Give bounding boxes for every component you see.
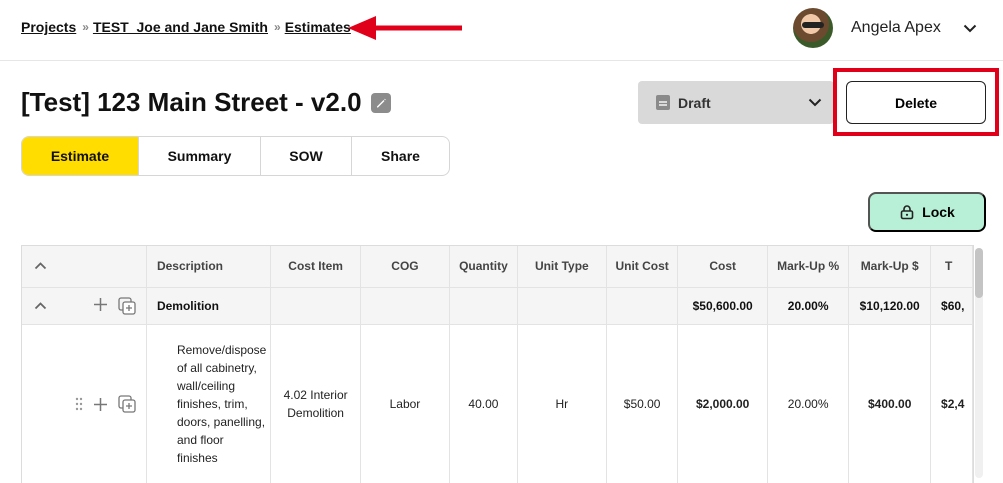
group-description[interactable]: Demolition xyxy=(146,287,272,325)
group-cost-item xyxy=(270,287,361,325)
item-cost-item[interactable]: 4.02 Interior Demolition xyxy=(270,324,361,483)
group-cost: $50,600.00 xyxy=(677,287,768,325)
group-quantity xyxy=(449,287,518,325)
group-total: $60, xyxy=(930,287,973,325)
annotation-arrow-icon xyxy=(348,16,462,40)
breadcrumb: Projects » TEST_Joe and Jane Smith » Est… xyxy=(21,19,351,35)
tab-estimate[interactable]: Estimate xyxy=(22,137,139,175)
group-markup-amount: $10,120.00 xyxy=(848,287,932,325)
item-total: $2,4 xyxy=(930,324,973,483)
delete-button[interactable]: Delete xyxy=(846,81,986,124)
tab-share[interactable]: Share xyxy=(352,137,449,175)
item-markup-percent[interactable]: 20.00% xyxy=(767,324,850,483)
breadcrumb-client[interactable]: TEST_Joe and Jane Smith xyxy=(93,19,268,35)
column-header-markup-amount[interactable]: Mark-Up $ xyxy=(848,246,932,288)
item-unit-type[interactable]: Hr xyxy=(517,324,607,483)
breadcrumb-estimates[interactable]: Estimates xyxy=(285,19,351,35)
scrollbar-thumb[interactable] xyxy=(975,248,983,298)
plus-icon[interactable] xyxy=(93,297,108,312)
column-header-unit-type[interactable]: Unit Type xyxy=(517,246,607,288)
user-name: Angela Apex xyxy=(851,19,941,36)
estimate-grid: Description Cost Item COG Quantity Unit … xyxy=(22,246,973,483)
lock-button-label: Lock xyxy=(922,204,955,220)
page-title-text: [Test] 123 Main Street - v2.0 xyxy=(21,87,362,117)
table-group-row[interactable]: Demolition $50,600.00 20.00% $10,120.00 … xyxy=(22,287,973,325)
table-scrollbar[interactable] xyxy=(975,248,983,478)
column-header-description[interactable]: Description xyxy=(146,246,272,288)
table-header-row: Description Cost Item COG Quantity Unit … xyxy=(22,246,973,288)
estimate-tabs: Estimate Summary SOW Share xyxy=(21,136,450,176)
item-unit-cost[interactable]: $50.00 xyxy=(606,324,679,483)
plus-icon[interactable] xyxy=(93,397,108,412)
lock-button[interactable]: Lock xyxy=(868,192,986,232)
status-select[interactable]: Draft xyxy=(638,81,834,124)
top-header: Projects » TEST_Joe and Jane Smith » Est… xyxy=(0,0,1003,61)
chevron-up-icon[interactable] xyxy=(34,262,47,270)
status-select-value: Draft xyxy=(678,94,711,111)
column-header-quantity[interactable]: Quantity xyxy=(449,246,518,288)
chevron-down-icon xyxy=(808,98,822,107)
item-cost: $2,000.00 xyxy=(677,324,768,483)
drag-handle-icon[interactable] xyxy=(75,397,83,411)
group-unit-type xyxy=(517,287,607,325)
item-cog[interactable]: Labor xyxy=(360,324,451,483)
item-quantity[interactable]: 40.00 xyxy=(449,324,518,483)
breadcrumb-separator: » xyxy=(82,20,89,34)
group-markup-percent: 20.00% xyxy=(767,287,850,325)
group-cog xyxy=(360,287,451,325)
group-unit-cost xyxy=(606,287,679,325)
chevron-down-icon[interactable] xyxy=(963,24,977,33)
row-controls-cell xyxy=(22,324,147,483)
document-icon xyxy=(656,95,670,110)
column-header-total[interactable]: T xyxy=(930,246,973,288)
item-markup-amount: $400.00 xyxy=(848,324,932,483)
breadcrumb-separator: » xyxy=(274,20,281,34)
collapse-all-cell xyxy=(22,246,147,288)
user-menu[interactable]: Angela Apex xyxy=(793,8,977,48)
edit-pencil-icon[interactable] xyxy=(370,92,391,113)
breadcrumb-projects[interactable]: Projects xyxy=(21,19,76,35)
chevron-up-icon[interactable] xyxy=(34,301,47,310)
page-title: [Test] 123 Main Street - v2.0 xyxy=(21,87,391,118)
tab-summary[interactable]: Summary xyxy=(139,137,261,175)
group-controls-cell xyxy=(22,287,147,325)
duplicate-icon[interactable] xyxy=(118,395,136,413)
column-header-cost[interactable]: Cost xyxy=(677,246,768,288)
duplicate-icon[interactable] xyxy=(118,296,136,315)
column-header-markup-percent[interactable]: Mark-Up % xyxy=(767,246,850,288)
lock-icon xyxy=(900,205,914,220)
column-header-unit-cost[interactable]: Unit Cost xyxy=(606,246,679,288)
avatar[interactable] xyxy=(793,8,833,48)
tab-sow[interactable]: SOW xyxy=(261,137,352,175)
item-description[interactable]: Remove/dispose of all cabinetry, wall/ce… xyxy=(146,324,272,483)
table-row[interactable]: Remove/dispose of all cabinetry, wall/ce… xyxy=(22,324,973,483)
column-header-cost-item[interactable]: Cost Item xyxy=(270,246,361,288)
estimate-table: Description Cost Item COG Quantity Unit … xyxy=(21,245,974,483)
column-header-cog[interactable]: COG xyxy=(360,246,451,288)
